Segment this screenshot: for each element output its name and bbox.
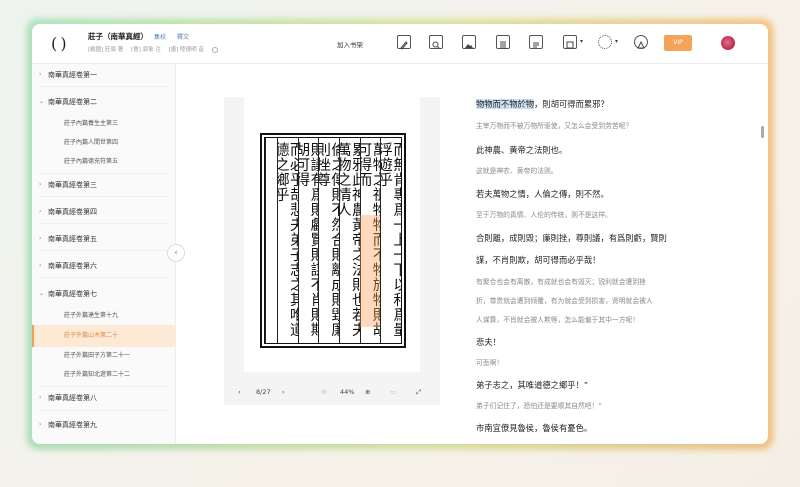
table-of-contents: › 南華真經卷第一 ⌄ 南華真經卷第二 莊子內篇養生主第三 莊子內篇人間世第四 莊子…: [32, 64, 176, 444]
chevron-right-icon: ›: [39, 394, 42, 401]
scan-viewer: 而無肯專爲一上一下以和爲量浮遊乎 萬物之祖物物而不物於物則胡可得而 累邪此神農黃…: [224, 97, 440, 405]
book-icon[interactable]: ( ): [51, 34, 67, 54]
highlighted-phrase[interactable]: 物物而不物於物: [476, 99, 535, 109]
original-text-line[interactable]: 市南宜僚見魯侯，魯侯有憂色。: [476, 422, 592, 434]
info-icon[interactable]: [211, 46, 218, 53]
toc-item[interactable]: › 南華真經卷第六: [32, 255, 175, 277]
avatar[interactable]: [721, 36, 735, 50]
fit-page-icon[interactable]: ▭: [390, 388, 396, 396]
toc-subitem[interactable]: 莊子外篇達生第十九: [32, 305, 175, 327]
translation-line: 至于万物的真情、人伦的传统，则不是这样。: [476, 211, 612, 219]
original-text-line[interactable]: 悲夫！: [476, 336, 501, 348]
next-page-icon[interactable]: ›: [282, 388, 285, 396]
toc-item[interactable]: › 南華真經卷第三: [32, 174, 175, 196]
scan-column: 則議有爲則虧賢則謀不肖則欺胡可得: [297, 138, 318, 343]
zoom-out-icon[interactable]: ⊖: [321, 388, 326, 396]
toc-item[interactable]: › 南華真經卷第四: [32, 201, 175, 223]
chevron-right-icon: ›: [39, 262, 42, 269]
scan-highlight: [360, 215, 380, 327]
author-1: [戰國] 莊周 著: [88, 47, 124, 53]
reader-window: ( ) 莊子（南華真經） 集校 釋文 [戰國] 莊周 著 [晉] 郭象 注 [唐…: [32, 24, 768, 444]
chevron-right-icon: ›: [39, 181, 42, 188]
search-icon[interactable]: [429, 35, 443, 49]
toc-item[interactable]: › 南華真經卷第八: [32, 387, 175, 409]
add-to-shelf-button[interactable]: 加入书架: [337, 39, 363, 49]
scan-annotation-column: [265, 138, 277, 343]
translation-line: 主宰万物而不被万物所驱使，又怎么会受到劳苦呢？: [476, 122, 633, 130]
chevron-right-icon: ›: [39, 71, 42, 78]
chevron-right-icon: ›: [39, 235, 42, 242]
settings-icon[interactable]: [598, 35, 612, 49]
chevron-right-icon: ›: [39, 208, 42, 215]
edit-icon[interactable]: [397, 35, 411, 50]
scan-column: 而必乎哉悲夫弟子志之其唯道德之鄉乎: [276, 138, 298, 343]
scrollbar-thumb[interactable]: [761, 126, 764, 138]
collapse-sidebar-button[interactable]: ‹: [167, 244, 185, 262]
translate-icon[interactable]: [529, 35, 543, 49]
chevron-right-icon: ›: [39, 421, 42, 428]
text-panel: 物物而不物於物，則胡可得而累邪？ 主宰万物而不被万物所驱使，又怎么会受到劳苦呢？…: [476, 98, 756, 444]
image-icon[interactable]: [462, 35, 476, 49]
tag-collation[interactable]: 集校: [154, 32, 166, 41]
translation-line: 人谋算，不肖就会被人欺辱，怎么能偏于其中一方呢！: [476, 316, 640, 324]
author-2: [晉] 郭象 注: [131, 47, 161, 53]
zoom-in-icon[interactable]: ⊕: [365, 388, 370, 396]
original-text-line[interactable]: 合則離，成則毀；廉則挫，尊則議，有爲則虧，賢則: [476, 232, 667, 244]
original-text-line[interactable]: 物物而不物於物，則胡可得而累邪？: [476, 98, 609, 110]
chevron-down-icon[interactable]: ▾: [580, 38, 583, 45]
scan-column: 而無肯專爲一上一下以和爲量浮遊乎: [380, 138, 401, 343]
page-indicator: 8/27: [256, 388, 271, 396]
original-text-line[interactable]: 若夫萬物之情，人倫之傳，則不然。: [476, 188, 609, 200]
reader-header: ( ) 莊子（南華真經） 集校 釋文 [戰國] 莊周 著 [晉] 郭象 注 [唐…: [32, 24, 768, 64]
viewer-toolbar: ‹ 8/27 › ⊖ 44% ⊕ ▭ ⤢: [224, 381, 440, 405]
prev-page-icon[interactable]: ‹: [238, 388, 241, 396]
translation-line: 有聚合也会有离散，有成就也会有毁灭；锐利就会遭到挫: [476, 278, 646, 286]
toc-item[interactable]: › 南華真經卷第五: [32, 228, 175, 250]
translation-line: 折，尊贵就会遭到倾覆，有为就会受到损害，贤明就会被人: [476, 297, 653, 305]
columns-icon[interactable]: [496, 35, 510, 49]
scan-column: 倫之傳則不然合則離成則毀廉則挫尊: [318, 138, 339, 343]
chevron-down-icon: ⌄: [39, 290, 45, 297]
toc-subitem[interactable]: 莊子外篇知北遊第二十二: [32, 364, 175, 386]
theme-icon[interactable]: [634, 35, 648, 49]
font-icon[interactable]: [563, 35, 577, 49]
book-authors: [戰國] 莊周 著 [晉] 郭象 注 [唐] 陸德明 音: [88, 45, 224, 53]
chevron-down-icon: ⌄: [39, 98, 45, 105]
scan-page: 而無肯專爲一上一下以和爲量浮遊乎 萬物之祖物物而不物於物則胡可得而 累邪此神農黃…: [244, 97, 420, 372]
toc-item[interactable]: ⌄ 南華真經卷第二: [32, 91, 175, 113]
translation-line: 这就是神农、黄帝的法则。: [476, 167, 558, 175]
scan-column: 累邪此神農黃帝之法則也若夫萬物之情人: [338, 138, 360, 343]
toc-item[interactable]: › 南華真經卷第九: [32, 414, 175, 436]
fullscreen-icon[interactable]: ⤢: [416, 388, 421, 397]
original-text-line[interactable]: 謀，不肖則欺，胡可得而必乎哉！: [476, 254, 600, 266]
chevron-down-icon[interactable]: ▾: [615, 38, 618, 45]
vip-button[interactable]: VIP: [664, 35, 692, 51]
translation-line: 可悲啊！: [476, 359, 504, 367]
toc-subitem[interactable]: 莊子內篇德充符第五: [32, 151, 175, 173]
translation-line: 弟子们记住了，恐怕还是要顺其自然吧！”: [476, 402, 602, 410]
zoom-level: 44%: [340, 388, 355, 396]
toc-item[interactable]: › 南華真經卷第一: [32, 64, 175, 86]
toc-subitem-active[interactable]: 莊子外篇山木第二十: [32, 325, 175, 347]
original-text-line[interactable]: 弟子志之，其唯道德之鄉乎！”: [476, 379, 588, 391]
scan-text-block: 而無肯專爲一上一下以和爲量浮遊乎 萬物之祖物物而不物於物則胡可得而 累邪此神農黃…: [260, 133, 406, 348]
author-3: [唐] 陸德明 音: [168, 47, 204, 53]
original-text-line[interactable]: 此神農、黄帝之法則也。: [476, 144, 567, 156]
toc-item[interactable]: ⌄ 南華真經卷第七: [32, 283, 175, 305]
book-title: 莊子（南華真經）: [88, 32, 148, 41]
tag-interpretation[interactable]: 釋文: [177, 32, 189, 41]
